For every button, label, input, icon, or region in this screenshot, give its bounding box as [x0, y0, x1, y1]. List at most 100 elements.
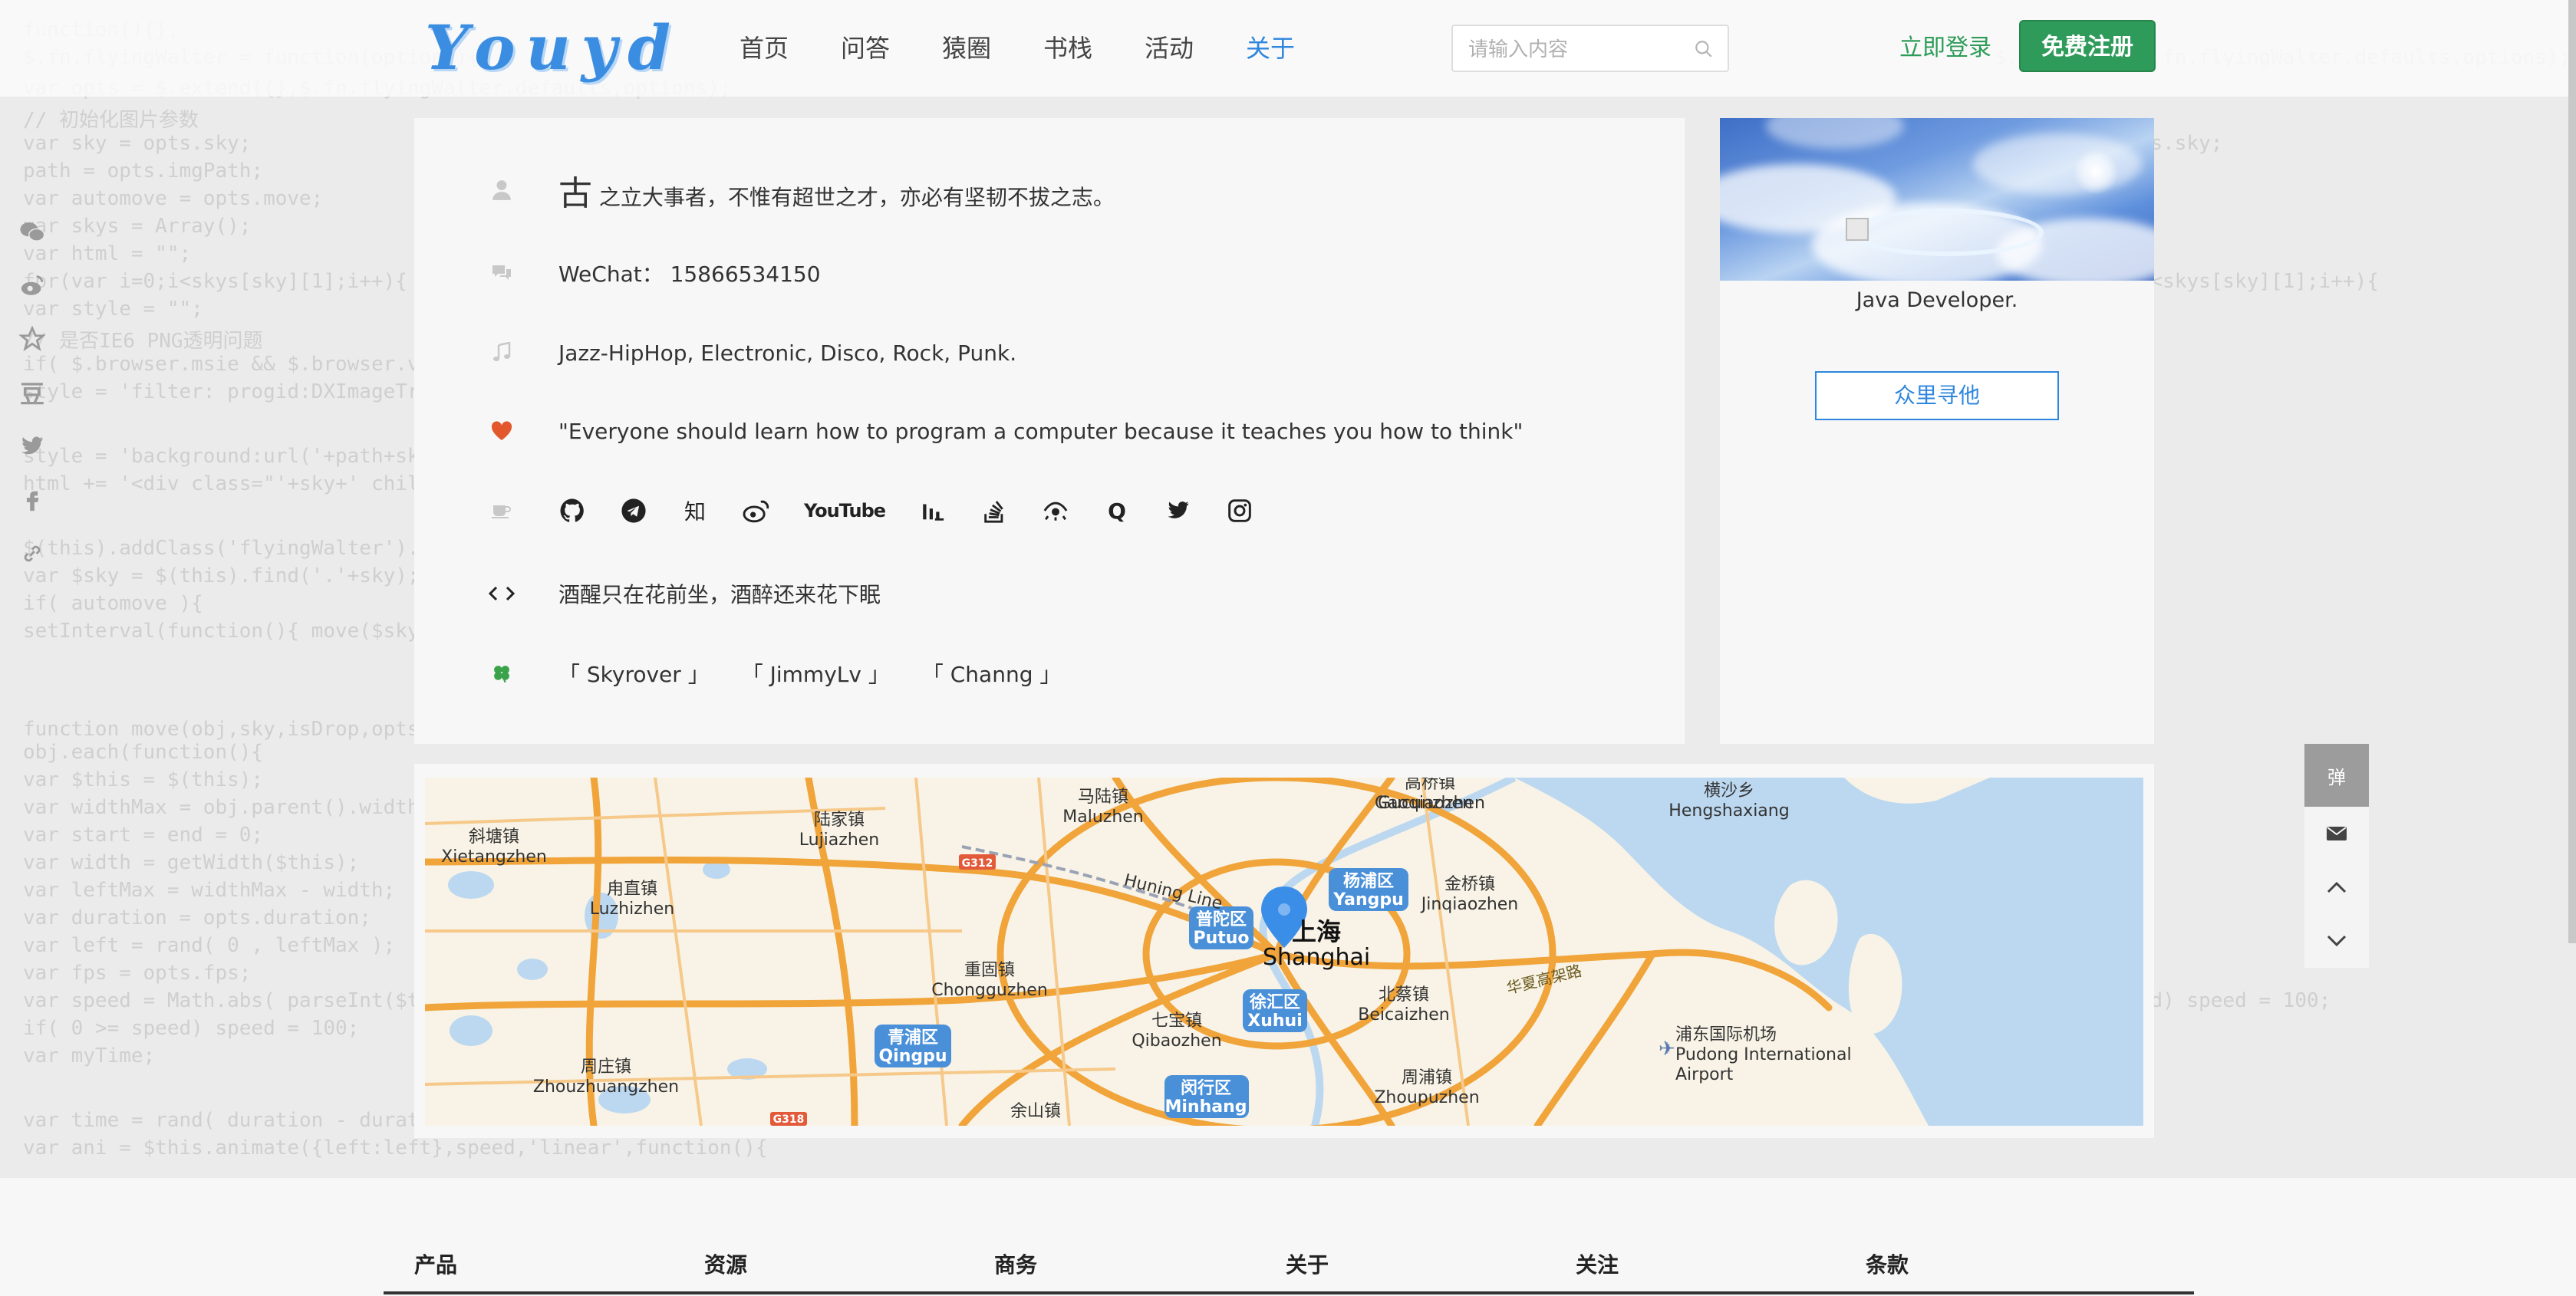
twitter-icon[interactable]	[15, 429, 49, 463]
register-button[interactable]: 免费注册	[2019, 20, 2156, 72]
poem-row: 酒醒只在花前坐，酒醉还来花下眠	[485, 571, 881, 617]
instagram-icon[interactable]	[1226, 497, 1253, 525]
wechat-icon[interactable]	[15, 215, 49, 248]
map-district-putuo-en: Putuo	[1193, 929, 1249, 948]
map-district-qingpu-en: Qingpu	[878, 1047, 947, 1066]
map-label-maluzhen-en: Maluzhen	[1062, 808, 1144, 827]
map-road-g312: G312	[962, 857, 993, 870]
friend-link-jimmylv[interactable]: 「 JimmyLv 」	[753, 662, 890, 687]
star-icon[interactable]	[15, 322, 49, 356]
twitter-icon[interactable]	[1164, 497, 1192, 525]
map-label-lujiazhen: 陆家镇	[814, 811, 865, 830]
facebook-icon[interactable]	[15, 483, 49, 517]
footer-col-about[interactable]: 关于	[1286, 1248, 1329, 1279]
map-district-putuo: 普陀区	[1196, 910, 1247, 929]
page-scrollbar[interactable]	[2568, 0, 2576, 943]
friend-link-skyrover[interactable]: 「 Skyrover 」	[558, 662, 710, 687]
sky-banner	[1720, 118, 2154, 281]
main-nav: 首页 问答 猿圈 书栈 活动 关于	[740, 29, 1347, 67]
search-icon[interactable]	[1694, 39, 1714, 59]
map-label-hengshaxiang: 横沙乡	[1704, 781, 1754, 801]
map-label-luzhizhen-en: Luzhizhen	[590, 900, 674, 919]
eye-icon[interactable]	[1042, 497, 1069, 525]
site-logo[interactable]: Youyd	[425, 11, 670, 84]
shanghai-map[interactable]: 马陆镇 Maluzhen Gucunzhen 高桥镇 Gaoqiaozhen 横…	[425, 778, 2143, 1126]
nav-item-events[interactable]: 活动	[1145, 29, 1246, 67]
map-district-yangpu: 杨浦区	[1343, 871, 1394, 891]
map-label-jinqiaozhen-en: Jinqiaozhen	[1420, 895, 1519, 914]
map-label-sheshanzhen: 余山镇	[1010, 1102, 1061, 1121]
footer-col-products[interactable]: 产品	[414, 1248, 457, 1279]
map-section: 马陆镇 Maluzhen Gucunzhen 高桥镇 Gaoqiaozhen 横…	[414, 764, 2154, 1138]
avatar	[1846, 209, 2044, 256]
map-label-maluzhen: 马陆镇	[1078, 788, 1128, 807]
map-label-airport: 浦东国际机场	[1675, 1025, 1777, 1044]
map-label-qibaozhen: 七宝镇	[1151, 1011, 1202, 1031]
map-label-luzhizhen: 甪直镇	[607, 880, 657, 899]
map-road-g318: G318	[773, 1113, 805, 1126]
map-label-chongguzhen: 重固镇	[964, 961, 1015, 980]
motto-text: 古 之立大事者，不惟有超世之才，亦必有坚韧不拔之志。	[558, 166, 1115, 215]
nav-item-circle[interactable]: 猿圈	[942, 29, 1043, 67]
youtube-icon[interactable]: YouTube	[804, 497, 886, 525]
bilibili-icon[interactable]	[919, 497, 947, 525]
map-label-zhoupuzhen-en: Zhoupuzhen	[1374, 1088, 1479, 1107]
map-label-xietangzhen-en: Xietangzhen	[441, 847, 547, 867]
map-label-xietangzhen: 斜塘镇	[469, 827, 519, 847]
weibo-icon[interactable]	[15, 268, 49, 302]
map-district-qingpu: 青浦区	[888, 1028, 938, 1048]
map-district-minhang: 闵行区	[1181, 1078, 1231, 1098]
footer-col-resources[interactable]: 资源	[704, 1248, 747, 1279]
footer-col-business[interactable]: 商务	[994, 1248, 1037, 1279]
social-links-row: 知 YouTube Q	[485, 488, 1251, 534]
danmu-toggle-button[interactable]: 弹	[2304, 744, 2369, 807]
weibo-icon[interactable]	[743, 497, 770, 525]
nav-item-about[interactable]: 关于	[1246, 29, 1347, 67]
scroll-down-icon[interactable]	[2304, 914, 2369, 968]
map-district-minhang-en: Minhang	[1164, 1097, 1247, 1117]
music-genres: Jazz-HipHop, Electronic, Disco, Rock, Pu…	[558, 340, 1017, 366]
find-him-button[interactable]: 众里寻他	[1815, 371, 2059, 420]
map-label-chongguzhen-en: Chongguzhen	[931, 981, 1048, 1000]
search-input[interactable]	[1467, 34, 1685, 66]
search-box	[1451, 25, 1729, 72]
wechat-text: WeChat： 15866534150	[558, 262, 821, 287]
footer: 产品 资源 商务 关于 关注 条款	[0, 1178, 2576, 1296]
profile-role: Java Developer.	[1856, 288, 2018, 312]
airport-icon: ✈	[1659, 1038, 1675, 1061]
map-district-xuhui-en: Xuhui	[1247, 1011, 1303, 1031]
nav-item-books[interactable]: 书栈	[1043, 29, 1145, 67]
stackoverflow-icon[interactable]	[980, 497, 1008, 525]
wechat-row: WeChat： 15866534150	[485, 250, 821, 296]
motto-rest: 之立大事者，不惟有超世之才，亦必有坚韧不拔之志。	[598, 185, 1115, 210]
mail-icon[interactable]	[2304, 807, 2369, 860]
quora-icon[interactable]: Q	[1103, 497, 1131, 525]
zhihu-icon[interactable]: 知	[681, 497, 709, 525]
map-label-zhouzhuangzhen-en: Zhouzhuangzhen	[533, 1077, 679, 1097]
social-links: 知 YouTube Q	[558, 497, 1253, 525]
user-icon	[485, 173, 519, 207]
map-label-airport-en-2: Airport	[1675, 1065, 1734, 1084]
telegram-icon[interactable]	[620, 497, 647, 525]
scroll-up-icon[interactable]	[2304, 860, 2369, 914]
map-city-en: Shanghai	[1263, 944, 1370, 971]
nav-item-qa[interactable]: 问答	[841, 29, 942, 67]
map-label-beicaizhen: 北蔡镇	[1379, 985, 1429, 1005]
footer-divider	[384, 1291, 2194, 1294]
footer-col-terms[interactable]: 条款	[1866, 1248, 1909, 1279]
nav-item-home[interactable]: 首页	[740, 29, 841, 67]
music-row: Jazz-HipHop, Electronic, Disco, Rock, Pu…	[485, 330, 1016, 376]
footer-col-follow[interactable]: 关注	[1576, 1248, 1619, 1279]
map-label-beicaizhen-en: Beicaizhen	[1358, 1005, 1449, 1025]
friend-link-channg[interactable]: 「 Channg 」	[933, 662, 1062, 687]
map-district-xuhui: 徐汇区	[1249, 992, 1300, 1012]
map-label-zhoupuzhen: 周浦镇	[1402, 1068, 1452, 1087]
map-label-qibaozhen-en: Qibaozhen	[1132, 1031, 1221, 1051]
github-icon[interactable]	[558, 497, 586, 525]
douban-icon[interactable]: 豆	[15, 376, 49, 410]
motto-big-char: 古	[558, 174, 592, 213]
login-link[interactable]: 立即登录	[1899, 29, 1991, 67]
link-icon[interactable]	[15, 537, 49, 571]
quote-text: "Everyone should learn how to program a …	[558, 418, 1524, 444]
map-label-gaoqiaozhen-en: Gaoqiaozhen	[1375, 794, 1485, 813]
